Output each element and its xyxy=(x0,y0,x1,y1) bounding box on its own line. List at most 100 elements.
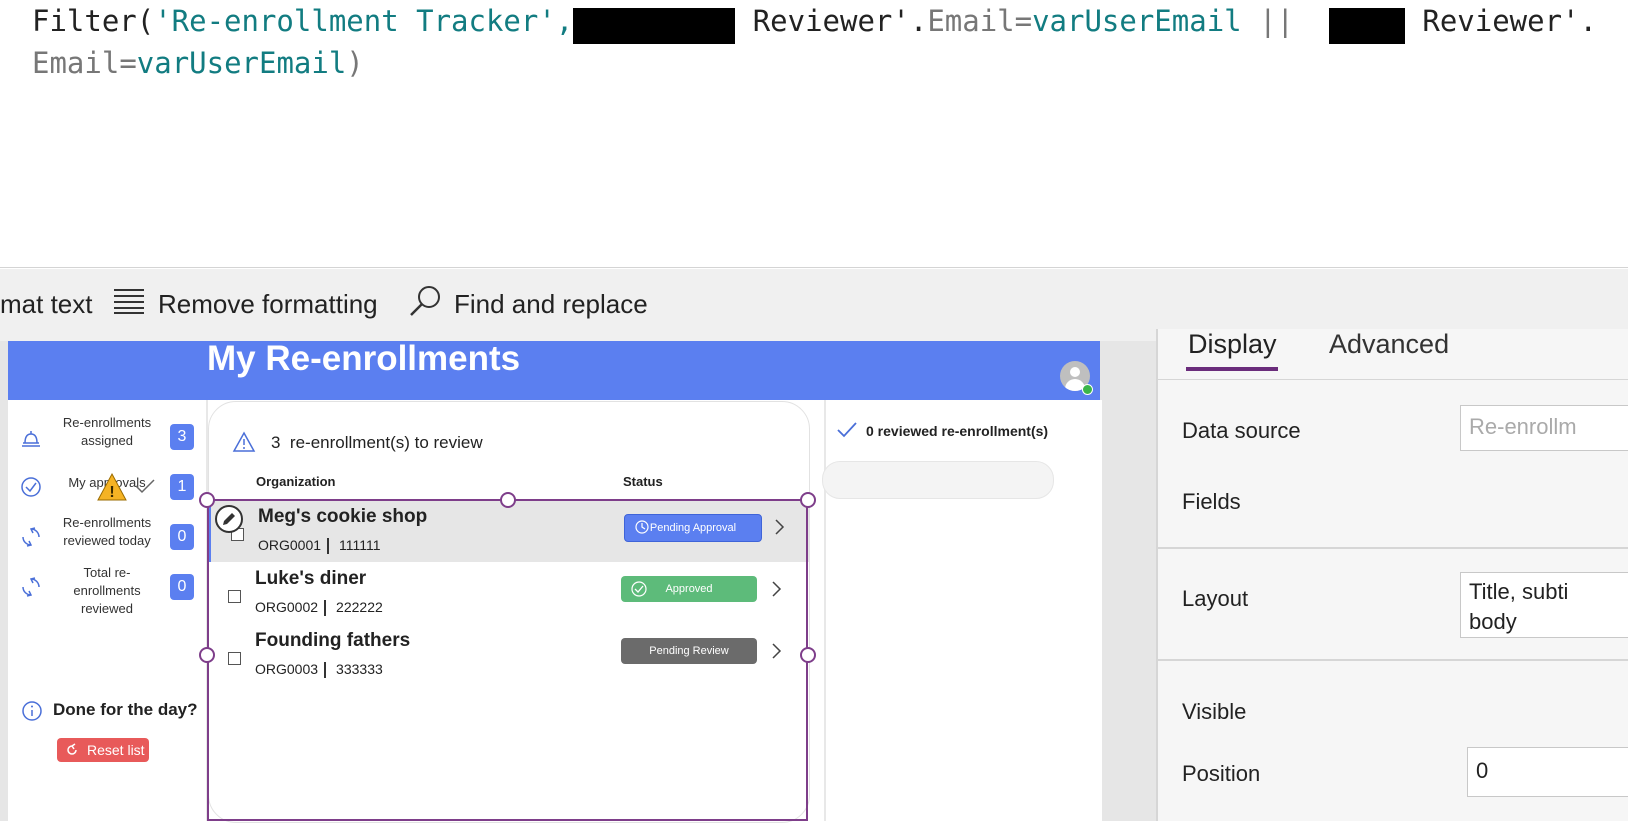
status-text: Pending Approval xyxy=(649,522,737,534)
edit-icon[interactable] xyxy=(214,504,244,534)
org-name: Luke's diner xyxy=(255,568,367,589)
formula-part2: Reviewer'. xyxy=(1404,4,1597,38)
formula-field2: Email xyxy=(32,46,120,80)
org-id: ORG0001 xyxy=(258,537,322,553)
nav-label: Re-enrollments reviewed today xyxy=(62,515,152,548)
formula-var1: varUserEmail xyxy=(1032,4,1242,38)
data-source-input[interactable]: Re-enrollm xyxy=(1460,405,1628,451)
reviewed-list xyxy=(822,461,1054,499)
presence-badge xyxy=(1082,384,1093,395)
org-code: 333333 xyxy=(336,661,383,677)
org-code: 111111 xyxy=(339,537,381,553)
tab-advanced[interactable]: Advanced xyxy=(1329,329,1449,360)
column-header-organization: Organization xyxy=(256,474,336,489)
reviewed-count-label: 0 reviewed re-enrollment(s) xyxy=(866,423,1049,439)
resize-handle-left[interactable] xyxy=(199,647,215,663)
table-row[interactable]: Meg's cookie shop ORG0001 111111 Pending … xyxy=(208,500,809,562)
done-for-day-label: Done for the day? xyxy=(53,700,198,719)
redacted-block xyxy=(573,8,736,44)
table-row[interactable]: Founding fathers ORG0003 333333 Pending R… xyxy=(208,624,806,686)
status-text: Pending Review xyxy=(649,645,729,657)
count-badge: 0 xyxy=(170,574,194,600)
count-badge: 1 xyxy=(170,474,194,500)
layout-label: Layout xyxy=(1182,586,1249,611)
remove-formatting-button[interactable]: Remove formatting xyxy=(112,283,378,325)
check-icon xyxy=(837,422,857,438)
chevron-right-icon[interactable] xyxy=(771,580,783,598)
formula-close: ) xyxy=(346,46,364,80)
reset-list-button[interactable]: Reset list xyxy=(57,738,149,762)
resize-handle-top-left[interactable] xyxy=(199,492,215,508)
position-x-input[interactable]: 0 xyxy=(1467,747,1628,797)
position-label: Position xyxy=(1182,761,1261,786)
fields-label: Fields xyxy=(1182,489,1241,514)
to-review-count: 3 xyxy=(271,433,281,452)
resize-handle-top-right[interactable] xyxy=(800,492,816,508)
app-header: My Re-enrollments xyxy=(8,339,1100,400)
warning-icon: ! xyxy=(97,472,127,501)
visible-label: Visible xyxy=(1182,699,1247,724)
formula-func: Filter( xyxy=(32,4,155,38)
org-name: Meg's cookie shop xyxy=(258,506,428,527)
section-divider xyxy=(1158,659,1628,661)
info-icon xyxy=(22,701,42,721)
row-checkbox[interactable] xyxy=(228,590,241,603)
chevron-right-icon[interactable] xyxy=(774,518,786,536)
org-code: 222222 xyxy=(336,599,383,615)
resize-handle-top[interactable] xyxy=(500,492,516,508)
clock-icon xyxy=(635,520,649,534)
table-row[interactable]: Luke's diner ORG0002 222222 Approved xyxy=(208,562,806,624)
formula-text[interactable]: Filter('Re-enrollment Tracker', Reviewer… xyxy=(32,2,1597,82)
app-title: My Re-enrollments xyxy=(207,339,521,378)
formula-var2: varUserEmail xyxy=(136,46,347,80)
org-meta: ORG0001 111111 xyxy=(258,537,381,555)
nav-item-reviewed-today[interactable]: Re-enrollments reviewed today 0 xyxy=(8,514,206,560)
org-name: Founding fathers xyxy=(255,630,411,651)
data-source-label: Data source xyxy=(1182,418,1301,443)
refresh-icon xyxy=(22,527,40,547)
tab-display[interactable]: Display xyxy=(1188,329,1277,360)
nav-item-my-approvals[interactable]: My approvals ! 1 xyxy=(8,464,206,510)
column-header-status: Status xyxy=(623,474,663,489)
layout-dropdown[interactable]: Title, subti body xyxy=(1460,572,1628,638)
format-text-button[interactable]: mat text xyxy=(0,283,92,325)
remove-formatting-label: Remove formatting xyxy=(158,288,378,319)
nav-label: Total re-enrollments reviewed xyxy=(73,565,141,616)
formula-source: 'Re-enrollment Tracker', xyxy=(154,4,574,38)
count-badge: 3 xyxy=(170,424,194,450)
status-badge: Approved xyxy=(621,576,757,602)
check-circle-icon xyxy=(21,477,41,497)
status-text: Approved xyxy=(665,583,713,595)
resize-handle-right[interactable] xyxy=(800,647,816,663)
reset-icon xyxy=(67,743,77,755)
formula-bar[interactable]: Filter('Re-enrollment Tracker', Reviewer… xyxy=(0,0,1628,268)
check-circle-icon xyxy=(631,581,647,597)
formula-field1: Email xyxy=(927,4,1015,38)
nav-item-assigned[interactable]: Re-enrollments assigned 3 xyxy=(8,414,206,460)
left-nav: Re-enrollments assigned 3 My approvals !… xyxy=(8,400,208,821)
nav-label: Re-enrollments assigned xyxy=(62,415,152,448)
format-text-label: mat text xyxy=(0,288,93,319)
svg-text:!: ! xyxy=(109,484,114,501)
redacted-block xyxy=(1328,8,1405,44)
to-review-label: re-enrollment(s) to review xyxy=(289,433,483,452)
org-meta: ORG0002 222222 xyxy=(255,599,383,617)
formula-eq2: = xyxy=(119,46,137,80)
check-icon xyxy=(135,479,155,494)
formula-eq: = xyxy=(1014,4,1033,38)
nav-item-total-reviewed[interactable]: Total re-enrollments reviewed 0 xyxy=(8,564,206,616)
status-badge: Pending Approval xyxy=(624,514,762,542)
find-replace-button[interactable]: Find and replace xyxy=(408,283,648,325)
row-checkbox[interactable] xyxy=(228,652,241,665)
search-icon xyxy=(408,284,442,325)
formula-part1: Reviewer'. xyxy=(735,4,928,38)
tab-divider xyxy=(1158,379,1628,380)
find-replace-label: Find and replace xyxy=(454,288,648,319)
refresh-icon xyxy=(22,577,40,597)
org-id: ORG0003 xyxy=(255,661,319,677)
section-divider xyxy=(1158,547,1628,549)
org-meta: ORG0003 333333 xyxy=(255,661,383,679)
count-badge: 0 xyxy=(170,524,194,550)
chevron-right-icon[interactable] xyxy=(771,642,783,660)
org-id: ORG0002 xyxy=(255,599,319,615)
